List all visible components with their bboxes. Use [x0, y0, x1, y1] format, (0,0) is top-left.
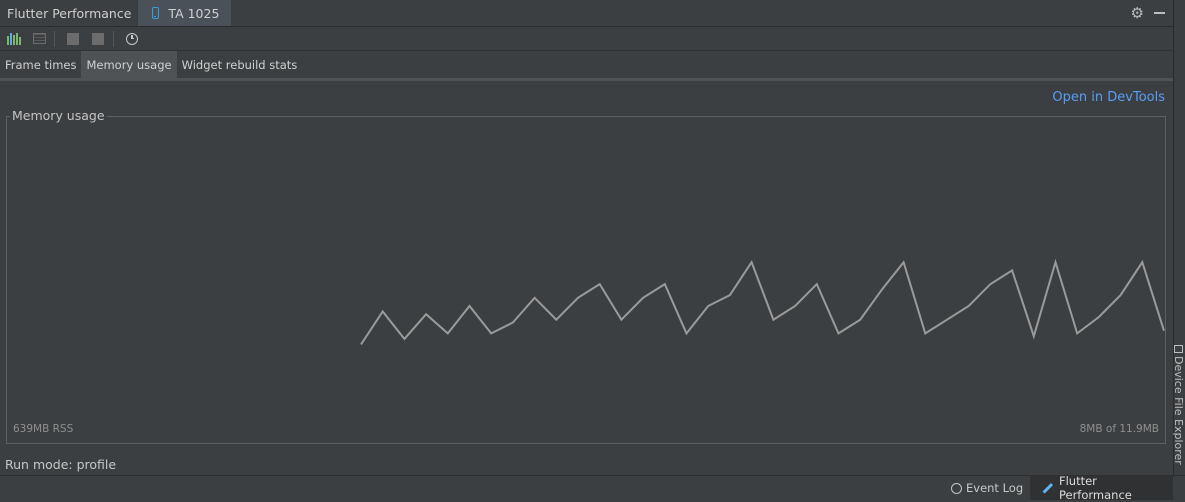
device-file-explorer-label-wrap: Device File Explorer: [1173, 345, 1185, 465]
memory-series-line: [361, 262, 1164, 344]
event-log-icon: [951, 483, 962, 494]
memory-panel-title: Memory usage: [10, 108, 107, 123]
phone-icon: [152, 7, 159, 19]
device-file-explorer-tab[interactable]: Device File Explorer: [1173, 345, 1185, 475]
toolbar-separator: [113, 31, 114, 47]
flutter-performance-button[interactable]: Flutter Performance: [1030, 476, 1173, 500]
device-icon: [1174, 345, 1183, 353]
performance-bars-icon: [7, 33, 21, 45]
event-log-button[interactable]: Event Log: [951, 476, 1023, 500]
memory-chart: [7, 117, 1165, 443]
performance-overlay-icon: [33, 33, 46, 44]
tabs-divider: [0, 78, 1173, 81]
run-mode-label: Run mode: profile: [5, 457, 116, 472]
open-in-devtools-link[interactable]: Open in DevTools: [1052, 90, 1165, 105]
repaint-rainbow-button[interactable]: [28, 29, 50, 49]
clock-icon: [126, 33, 138, 45]
rss-label: 639MB RSS: [13, 423, 73, 435]
tab-widget-rebuild-stats[interactable]: Widget rebuild stats: [177, 51, 303, 78]
tool-window-header: Flutter Performance TA 1025 ⚙: [0, 0, 1173, 27]
flutter-icon: [1043, 483, 1053, 494]
event-log-label: Event Log: [966, 481, 1023, 495]
tool-window-actions: ⚙: [1131, 0, 1167, 26]
device-tab[interactable]: TA 1025: [138, 0, 231, 26]
minimize-icon[interactable]: [1154, 12, 1165, 14]
gear-icon[interactable]: ⚙: [1131, 6, 1144, 21]
stop-icon: [67, 33, 79, 45]
toolbar: [0, 27, 1173, 51]
toolbar-separator: [54, 31, 55, 47]
tab-memory-usage[interactable]: Memory usage: [81, 51, 176, 78]
flutter-performance-label: Flutter Performance: [1059, 474, 1173, 502]
heap-usage-label: 8MB of 11.9MB: [1080, 423, 1159, 435]
status-bar: Event Log Flutter Performance: [0, 475, 1185, 501]
device-tab-label: TA 1025: [168, 6, 219, 21]
device-file-explorer-label: Device File Explorer: [1173, 356, 1185, 465]
tab-frame-times[interactable]: Frame times: [0, 51, 81, 78]
tool-window-title-text: Flutter Performance: [7, 6, 131, 21]
debug-paint-button[interactable]: [87, 29, 109, 49]
slow-animations-button[interactable]: [121, 29, 143, 49]
memory-usage-panel: 639MB RSS 8MB of 11.9MB: [6, 116, 1166, 444]
performance-overlay-button[interactable]: [3, 29, 25, 49]
tool-window-title: Flutter Performance: [0, 0, 138, 26]
debug-paint-icon: [92, 33, 104, 45]
perf-tabs: Frame times Memory usage Widget rebuild …: [0, 51, 1173, 78]
stop-button[interactable]: [62, 29, 84, 49]
